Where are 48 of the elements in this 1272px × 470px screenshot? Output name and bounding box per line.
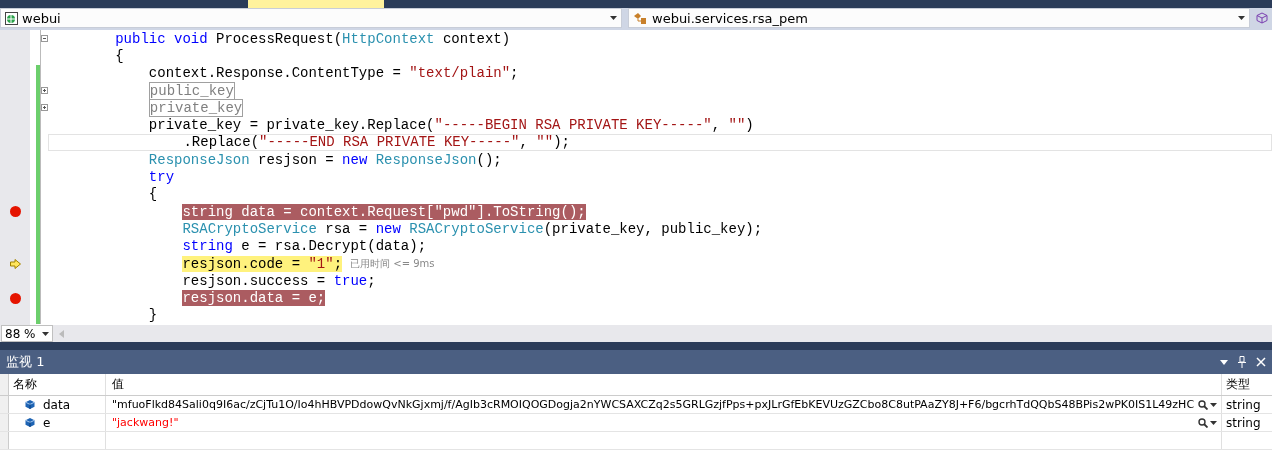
cube-icon <box>25 399 35 410</box>
class-icon <box>633 11 648 25</box>
collapse-icon[interactable] <box>41 35 48 43</box>
code-line: .Replace("-----END RSA PRIVATE KEY-----", ""); <box>183 134 570 151</box>
variable-name: data <box>43 397 71 412</box>
code-line: resjson.success = true; <box>182 272 376 289</box>
breakpoint-margin[interactable] <box>0 30 30 325</box>
variable-value: "mfuoFlkd84Sali0q9I6ac/zCjTu1O/Io4hHBVPDdowQvNkGjxmj/f/AgIb3cRMOIQOGDogja2nYWCSAXCZq2s5GRLGzjfPps+pxJLrGfEbKEVUzGZCbo8C8utPAaZY8J+F6/bgcrhTdQQbS48BPis2wPK0IS1L49zHC <box>112 398 1195 411</box>
dropdown-caret-icon[interactable] <box>610 16 617 20</box>
search-icon <box>1198 417 1209 428</box>
type-dropdown[interactable]: webui.services.rsa_pem <box>628 8 1250 28</box>
dropdown-caret-icon[interactable] <box>42 331 49 336</box>
panel-title: 监视 1 <box>6 353 46 371</box>
column-header[interactable]: 名称 <box>9 374 106 395</box>
variable-type: string <box>1225 414 1262 431</box>
code-line: { <box>148 186 158 203</box>
expand-icon[interactable] <box>41 104 48 112</box>
expand-icon[interactable] <box>41 87 48 95</box>
pin-icon[interactable] <box>1238 356 1246 368</box>
code-line: try <box>148 169 175 185</box>
code-line: string e = rsa.Decrypt(data); <box>182 238 427 255</box>
column-header[interactable]: 类型 <box>1222 374 1272 395</box>
code-line: { <box>115 47 124 64</box>
dropdown-caret-icon[interactable] <box>1210 402 1218 407</box>
code-line: RSACryptoService rsa = new RSACryptoService(private_key, public_key); <box>182 220 763 237</box>
dropdown-icon[interactable] <box>1220 359 1228 365</box>
breakpoint-icon[interactable] <box>9 292 21 304</box>
code-line: context.Response.ContentType = "text/plain"; <box>148 65 519 82</box>
dropdown-caret-icon[interactable] <box>1210 420 1218 425</box>
variable-value: "jackwang!" <box>112 416 180 429</box>
search-icon <box>1198 399 1209 410</box>
code-line: private_key = private_key.Replace("-----BEGIN RSA PRIVATE KEY-----", "") <box>148 117 754 134</box>
column-header[interactable]: 值 <box>106 374 1223 395</box>
code-line: public void ProcessRequest(HttpContext context) <box>115 30 511 47</box>
dropdown-caret-icon[interactable] <box>1238 16 1245 20</box>
globe-icon <box>5 11 18 25</box>
elapsed-time: 已用时间 <= 9ms <box>350 256 435 271</box>
code-line: } <box>148 307 158 324</box>
code-line: ResponseJson resjson = new ResponseJson(); <box>148 151 502 168</box>
zoom-dropdown[interactable]: 88 % <box>1 325 53 342</box>
close-icon[interactable] <box>1256 357 1266 367</box>
variable-type: string <box>1225 396 1262 413</box>
cube-icon <box>25 417 35 428</box>
scroll-left-icon <box>59 329 64 338</box>
project-dropdown[interactable]: webui <box>0 8 622 28</box>
breakpoint-icon[interactable] <box>9 206 21 218</box>
cube-icon <box>1256 12 1268 24</box>
variable-name: e <box>43 415 51 430</box>
